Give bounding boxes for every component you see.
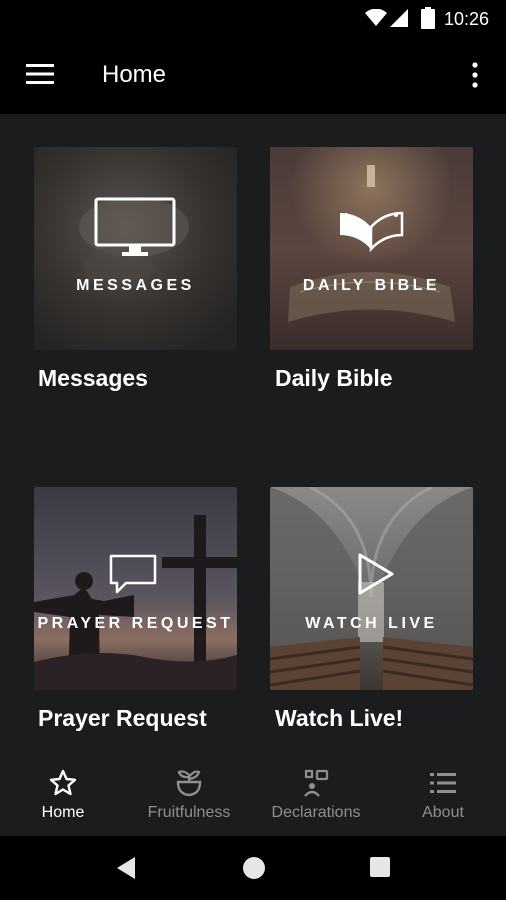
home-circle-icon[interactable] [242, 856, 266, 880]
nav-about-label: About [422, 804, 464, 821]
speaker-icon [304, 769, 329, 797]
watch-live-title[interactable]: Watch Live! [275, 705, 403, 732]
menu-icon[interactable] [26, 63, 54, 85]
nav-fruitfulness[interactable]: Fruitfulness [126, 754, 252, 836]
list-icon [430, 773, 456, 793]
prayer-request-tile-label: PRAYER REQUEST [37, 615, 234, 632]
star-icon [49, 769, 77, 796]
messages-title[interactable]: Messages [38, 365, 148, 392]
nav-fruitfulness-label: Fruitfulness [147, 804, 231, 821]
status-bar: 10:26 [0, 0, 506, 36]
nav-home[interactable]: Home [0, 754, 126, 836]
prayer-request-title[interactable]: Prayer Request [38, 705, 207, 732]
nav-declarations[interactable]: Declarations [253, 754, 379, 836]
page-title: Home [102, 61, 167, 88]
chat-bubble-icon [109, 554, 157, 594]
daily-bible-tile-label: DAILY BIBLE [302, 277, 441, 294]
cell-signal-icon [390, 9, 408, 27]
watch-live-tile-label: WATCH LIVE [305, 615, 438, 632]
clock-time: 10:26 [444, 9, 490, 29]
nav-declarations-label: Declarations [271, 804, 361, 821]
messages-tile[interactable]: MESSAGES [34, 147, 237, 350]
app-bar: Home [0, 36, 506, 114]
wifi-icon [365, 9, 387, 26]
messages-tile-label: MESSAGES [76, 277, 195, 294]
system-navigation-bar [0, 836, 506, 900]
recents-icon[interactable] [369, 856, 391, 878]
battery-icon [421, 7, 435, 29]
daily-bible-title[interactable]: Daily Bible [275, 365, 393, 392]
nav-home-label: Home [41, 804, 85, 821]
play-icon [358, 553, 394, 595]
open-book-icon [340, 211, 404, 253]
back-icon[interactable] [115, 856, 137, 880]
prayer-request-tile[interactable]: PRAYER REQUEST [34, 487, 237, 690]
watch-live-tile[interactable]: WATCH LIVE [270, 487, 473, 690]
home-grid: MESSAGES Messages DAILY BIBLE Daily Bibl… [0, 114, 506, 754]
monitor-icon [94, 197, 176, 256]
plant-icon [176, 770, 202, 797]
more-vert-icon[interactable] [466, 61, 484, 89]
nav-about[interactable]: About [380, 754, 506, 836]
bottom-navigation: Home Fruitfulness Declarations About [0, 754, 506, 836]
daily-bible-tile[interactable]: DAILY BIBLE [270, 147, 473, 350]
